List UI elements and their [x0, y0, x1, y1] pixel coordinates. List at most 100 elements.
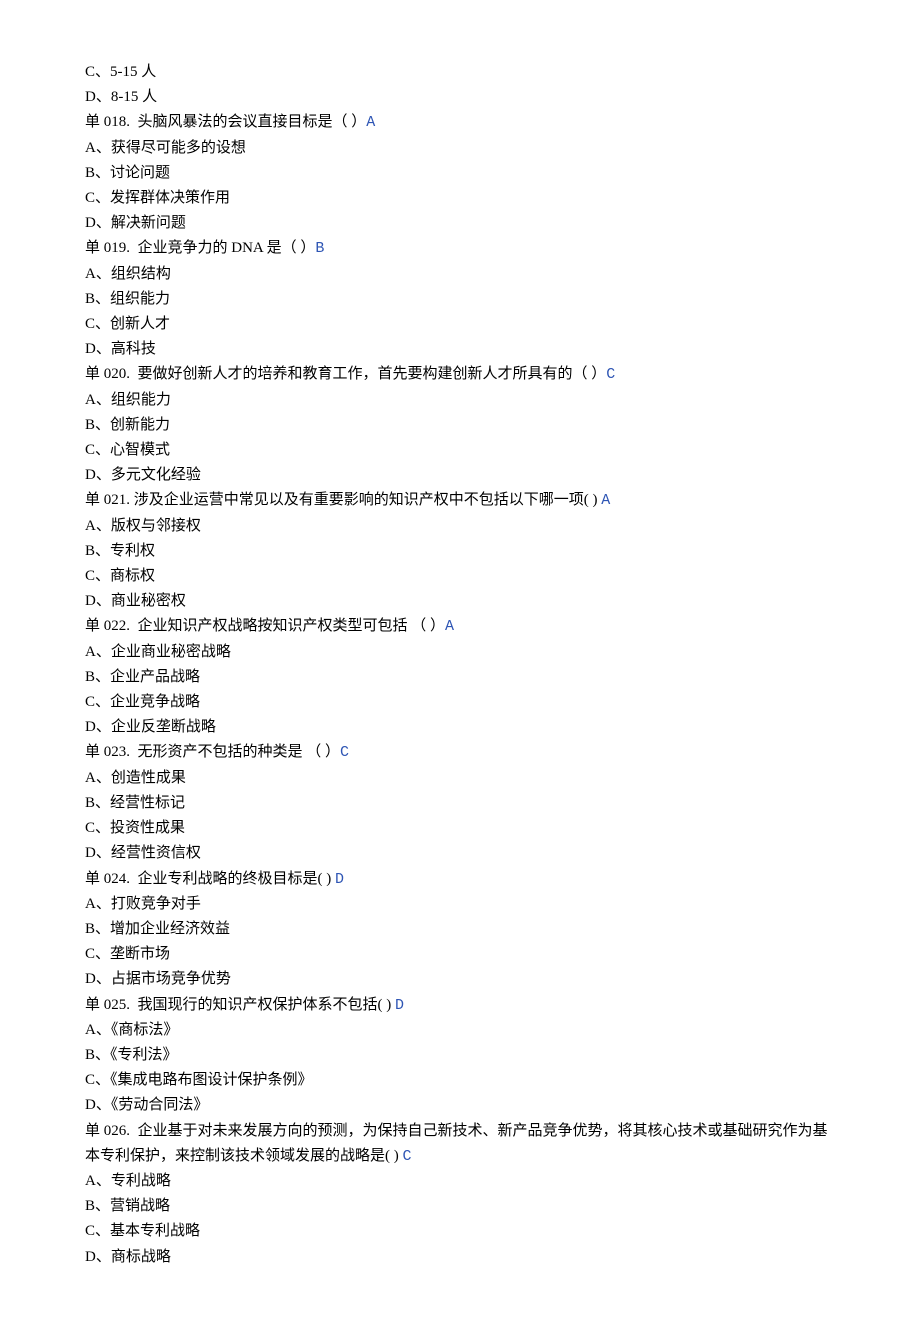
line-text: B、增加企业经济效益	[85, 921, 230, 937]
answer-letter: A	[445, 618, 454, 635]
line-text: 单 023. 无形资产不包括的种类是 （ ）	[85, 744, 340, 760]
line-text: C、商标权	[85, 568, 155, 584]
text-line: 单 022. 企业知识产权战略按知识产权类型可包括 （ ）A	[85, 614, 835, 639]
line-text: B、《专利法》	[85, 1047, 178, 1063]
line-text: 单 019. 企业竞争力的 DNA 是（ ）	[85, 240, 315, 256]
line-text: B、组织能力	[85, 291, 170, 307]
text-line: B、增加企业经济效益	[85, 917, 835, 942]
line-text: A、获得尽可能多的设想	[85, 140, 246, 156]
text-line: C、商标权	[85, 564, 835, 589]
text-line: 单 025. 我国现行的知识产权保护体系不包括( ) D	[85, 993, 835, 1018]
line-text: C、心智模式	[85, 442, 170, 458]
answer-letter: A	[366, 114, 375, 131]
answer-letter: D	[395, 997, 404, 1014]
line-text: D、占据市场竞争优势	[85, 971, 231, 987]
answer-letter: B	[315, 240, 324, 257]
answer-letter: C	[340, 744, 349, 761]
text-line: A、版权与邻接权	[85, 514, 835, 539]
line-text: A、企业商业秘密战略	[85, 644, 231, 660]
line-text: B、企业产品战略	[85, 669, 200, 685]
line-text: C、5-15 人	[85, 64, 156, 80]
text-line: B、《专利法》	[85, 1043, 835, 1068]
answer-letter: C	[606, 366, 615, 383]
line-text: D、多元文化经验	[85, 467, 201, 483]
text-line: A、《商标法》	[85, 1018, 835, 1043]
text-line: C、企业竞争战略	[85, 690, 835, 715]
line-text: C、投资性成果	[85, 820, 185, 836]
line-text: B、经营性标记	[85, 795, 185, 811]
text-line: A、企业商业秘密战略	[85, 640, 835, 665]
text-line: D、高科技	[85, 337, 835, 362]
text-line: A、创造性成果	[85, 766, 835, 791]
text-line: B、营销战略	[85, 1194, 835, 1219]
text-line: 单 021. 涉及企业运营中常见以及有重要影响的知识产权中不包括以下哪一项( )…	[85, 488, 835, 513]
text-line: C、创新人才	[85, 312, 835, 337]
text-line: B、企业产品战略	[85, 665, 835, 690]
line-text: A、组织结构	[85, 266, 171, 282]
text-line: A、组织能力	[85, 388, 835, 413]
line-text: D、8-15 人	[85, 89, 157, 105]
text-line: D、经营性资信权	[85, 841, 835, 866]
text-line: 单 018. 头脑风暴法的会议直接目标是（ ）A	[85, 110, 835, 135]
text-line: A、专利战略	[85, 1169, 835, 1194]
line-text: 单 024. 企业专利战略的终极目标是( )	[85, 871, 335, 887]
text-line: D、商业秘密权	[85, 589, 835, 614]
line-text: 单 018. 头脑风暴法的会议直接目标是（ ）	[85, 114, 366, 130]
text-line: B、创新能力	[85, 413, 835, 438]
line-text: 单 020. 要做好创新人才的培养和教育工作，首先要构建创新人才所具有的（ ）	[85, 366, 606, 382]
text-line: C、《集成电路布图设计保护条例》	[85, 1068, 835, 1093]
line-text: D、高科技	[85, 341, 156, 357]
text-line: 单 026. 企业基于对未来发展方向的预测，为保持自己新技术、新产品竞争优势，将…	[85, 1119, 835, 1169]
line-text: 单 026. 企业基于对未来发展方向的预测，为保持自己新技术、新产品竞争优势，将…	[85, 1123, 828, 1164]
line-text: B、讨论问题	[85, 165, 170, 181]
line-text: A、专利战略	[85, 1173, 171, 1189]
text-line: D、占据市场竞争优势	[85, 967, 835, 992]
line-text: D、《劳动合同法》	[85, 1097, 208, 1113]
text-line: D、8-15 人	[85, 85, 835, 110]
line-text: B、专利权	[85, 543, 155, 559]
text-line: D、解决新问题	[85, 211, 835, 236]
line-text: C、《集成电路布图设计保护条例》	[85, 1072, 313, 1088]
line-text: C、创新人才	[85, 316, 170, 332]
text-line: C、投资性成果	[85, 816, 835, 841]
line-text: A、打败竞争对手	[85, 896, 201, 912]
line-text: A、版权与邻接权	[85, 518, 201, 534]
text-line: C、发挥群体决策作用	[85, 186, 835, 211]
text-line: B、经营性标记	[85, 791, 835, 816]
text-line: D、企业反垄断战略	[85, 715, 835, 740]
text-line: C、心智模式	[85, 438, 835, 463]
line-text: A、《商标法》	[85, 1022, 178, 1038]
line-text: C、发挥群体决策作用	[85, 190, 230, 206]
text-line: B、讨论问题	[85, 161, 835, 186]
line-text: A、创造性成果	[85, 770, 186, 786]
answer-letter: D	[335, 871, 344, 888]
text-line: D、多元文化经验	[85, 463, 835, 488]
line-text: C、基本专利战略	[85, 1223, 200, 1239]
text-line: C、5-15 人	[85, 60, 835, 85]
document-body: C、5-15 人D、8-15 人单 018. 头脑风暴法的会议直接目标是（ ）A…	[85, 60, 835, 1270]
text-line: 单 024. 企业专利战略的终极目标是( ) D	[85, 867, 835, 892]
line-text: B、创新能力	[85, 417, 170, 433]
line-text: 单 021. 涉及企业运营中常见以及有重要影响的知识产权中不包括以下哪一项( )	[85, 492, 601, 508]
line-text: 单 025. 我国现行的知识产权保护体系不包括( )	[85, 997, 395, 1013]
line-text: A、组织能力	[85, 392, 171, 408]
line-text: D、解决新问题	[85, 215, 186, 231]
text-line: C、垄断市场	[85, 942, 835, 967]
text-line: B、组织能力	[85, 287, 835, 312]
line-text: C、垄断市场	[85, 946, 170, 962]
text-line: D、商标战略	[85, 1245, 835, 1270]
line-text: B、营销战略	[85, 1198, 170, 1214]
line-text: C、企业竞争战略	[85, 694, 200, 710]
line-text: D、企业反垄断战略	[85, 719, 216, 735]
text-line: 单 020. 要做好创新人才的培养和教育工作，首先要构建创新人才所具有的（ ）C	[85, 362, 835, 387]
line-text: D、商标战略	[85, 1249, 171, 1265]
text-line: A、组织结构	[85, 262, 835, 287]
line-text: D、经营性资信权	[85, 845, 201, 861]
answer-letter: C	[403, 1148, 412, 1165]
text-line: B、专利权	[85, 539, 835, 564]
line-text: 单 022. 企业知识产权战略按知识产权类型可包括 （ ）	[85, 618, 445, 634]
text-line: 单 023. 无形资产不包括的种类是 （ ）C	[85, 740, 835, 765]
text-line: C、基本专利战略	[85, 1219, 835, 1244]
text-line: 单 019. 企业竞争力的 DNA 是（ ）B	[85, 236, 835, 261]
answer-letter: A	[601, 492, 610, 509]
